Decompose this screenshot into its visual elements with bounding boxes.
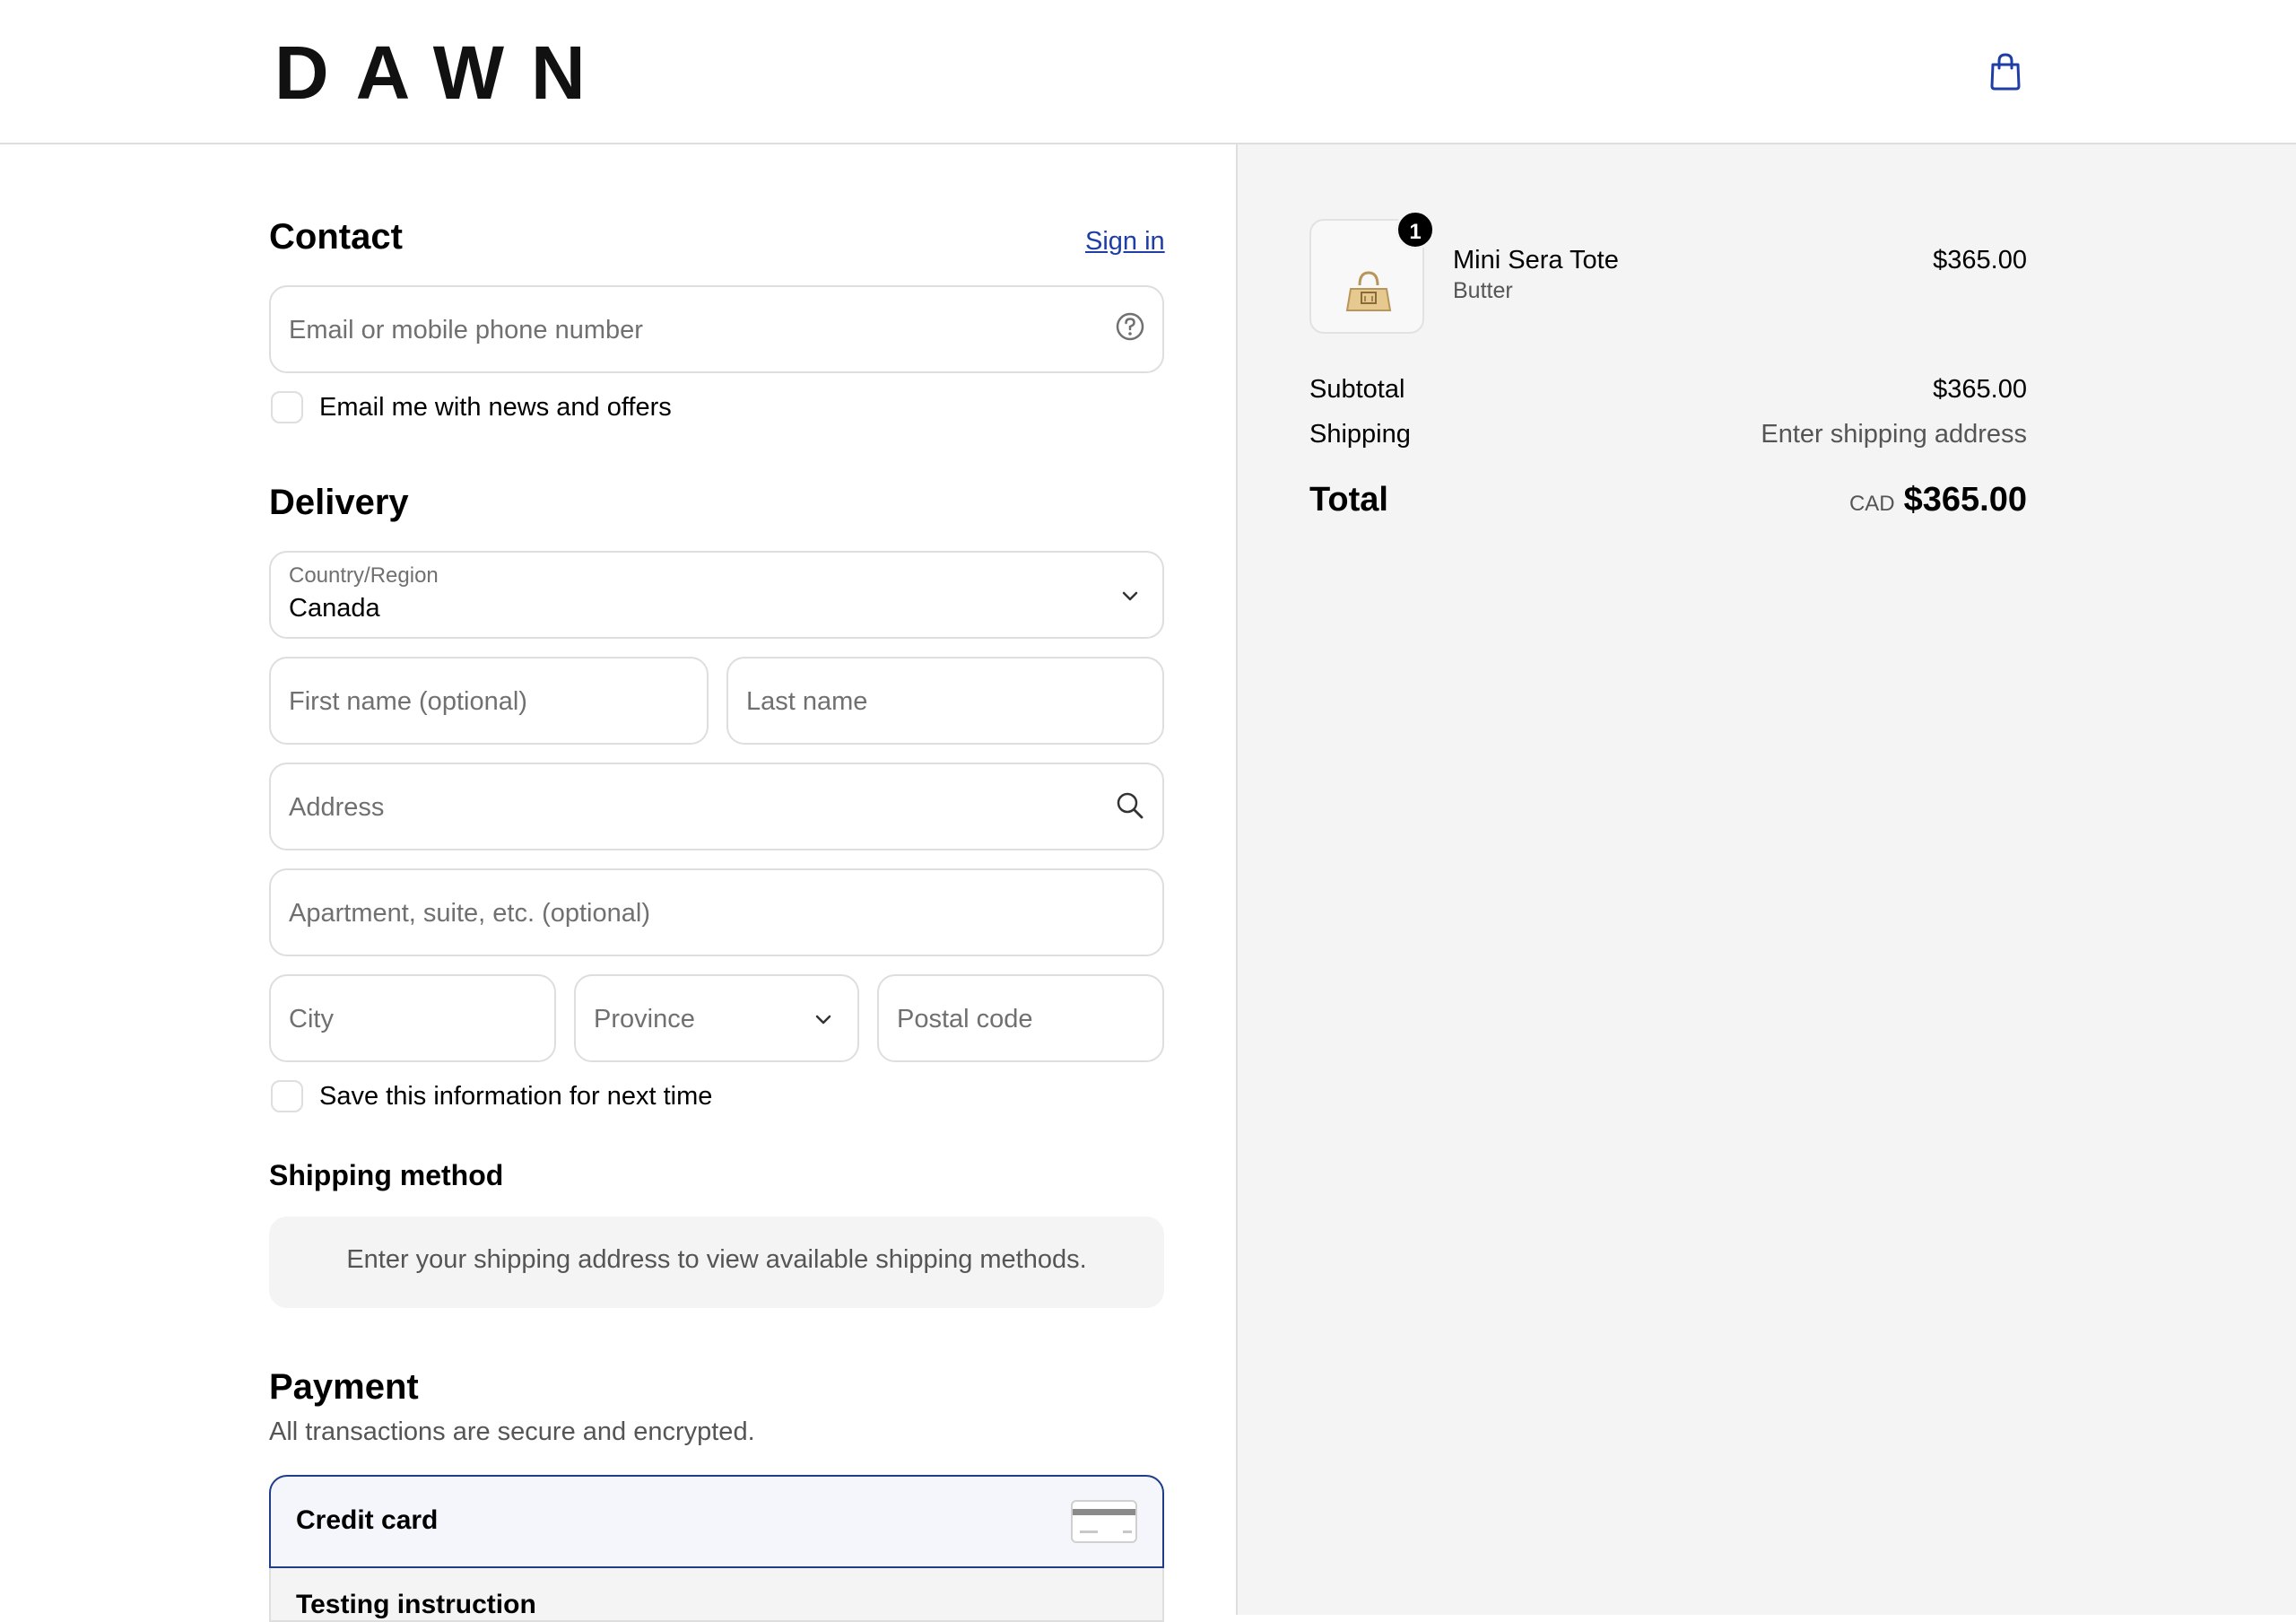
- address-placeholder: Address: [289, 793, 385, 822]
- country-label: Country/Region: [289, 563, 439, 588]
- total-amount: CAD $365.00: [1758, 481, 2027, 519]
- shopping-bag-icon[interactable]: [1984, 50, 2027, 93]
- city-field[interactable]: City: [269, 974, 556, 1062]
- subtotal-value: $365.00: [1933, 375, 2027, 404]
- shipping-method-heading: Shipping method: [269, 1159, 504, 1191]
- address-field[interactable]: Address: [269, 763, 1164, 850]
- postal-code-field[interactable]: Postal code: [877, 974, 1164, 1062]
- country-value: Canada: [289, 594, 380, 623]
- tote-bag-image: [1345, 271, 1392, 311]
- quantity-badge: 1: [1396, 210, 1435, 249]
- first-name-placeholder: First name (optional): [289, 687, 527, 716]
- site-header: DAWN: [0, 0, 2296, 144]
- credit-card-option[interactable]: Credit card: [269, 1475, 1164, 1568]
- product-price: $365.00: [1933, 246, 2027, 275]
- last-name-placeholder: Last name: [746, 687, 868, 716]
- search-icon: [1117, 792, 1144, 819]
- province-select[interactable]: Province: [574, 974, 859, 1062]
- news-checkbox-label: Email me with news and offers: [319, 393, 672, 422]
- payment-subtitle: All transactions are secure and encrypte…: [269, 1417, 755, 1446]
- credit-card-icon: [1071, 1500, 1137, 1543]
- chevron-down-icon: [815, 1015, 831, 1025]
- news-checkbox[interactable]: [271, 391, 303, 423]
- order-summary: [1236, 144, 2296, 1615]
- contact-heading: Contact: [269, 217, 403, 257]
- shipping-method-message: Enter your shipping address to view avai…: [346, 1245, 1087, 1274]
- testing-instruction-label: Testing instruction: [296, 1590, 536, 1619]
- postal-code-placeholder: Postal code: [897, 1005, 1033, 1033]
- credit-card-label: Credit card: [296, 1505, 439, 1535]
- email-placeholder: Email or mobile phone number: [289, 316, 643, 344]
- province-placeholder: Province: [594, 1005, 695, 1033]
- help-circle-icon[interactable]: [1114, 310, 1146, 343]
- total-value: $365.00: [1903, 481, 2027, 519]
- shipping-value: Enter shipping address: [1761, 420, 2027, 449]
- delivery-heading: Delivery: [269, 483, 409, 522]
- country-select[interactable]: Country/Region Canada: [269, 551, 1164, 639]
- first-name-field[interactable]: First name (optional): [269, 657, 709, 745]
- payment-heading: Payment: [269, 1367, 419, 1407]
- subtotal-label: Subtotal: [1309, 375, 1405, 404]
- shipping-label: Shipping: [1309, 420, 1411, 449]
- email-field[interactable]: Email or mobile phone number: [269, 285, 1164, 373]
- product-name: Mini Sera Tote: [1453, 246, 1619, 275]
- save-info-label: Save this information for next time: [319, 1082, 713, 1111]
- sign-in-link[interactable]: Sign in: [1085, 227, 1165, 257]
- city-placeholder: City: [289, 1005, 334, 1033]
- product-variant: Butter: [1453, 278, 1513, 303]
- testing-instruction-panel: Testing instruction: [269, 1568, 1164, 1622]
- total-label: Total: [1309, 481, 1388, 519]
- currency-code: CAD: [1848, 492, 1895, 516]
- save-info-checkbox[interactable]: [271, 1080, 303, 1112]
- chevron-down-icon: [1122, 591, 1138, 601]
- last-name-field[interactable]: Last name: [726, 657, 1164, 745]
- apartment-field[interactable]: Apartment, suite, etc. (optional): [269, 868, 1164, 956]
- store-logo[interactable]: DAWN: [274, 32, 613, 113]
- apartment-placeholder: Apartment, suite, etc. (optional): [289, 899, 650, 928]
- shipping-method-notice: Enter your shipping address to view avai…: [269, 1216, 1164, 1308]
